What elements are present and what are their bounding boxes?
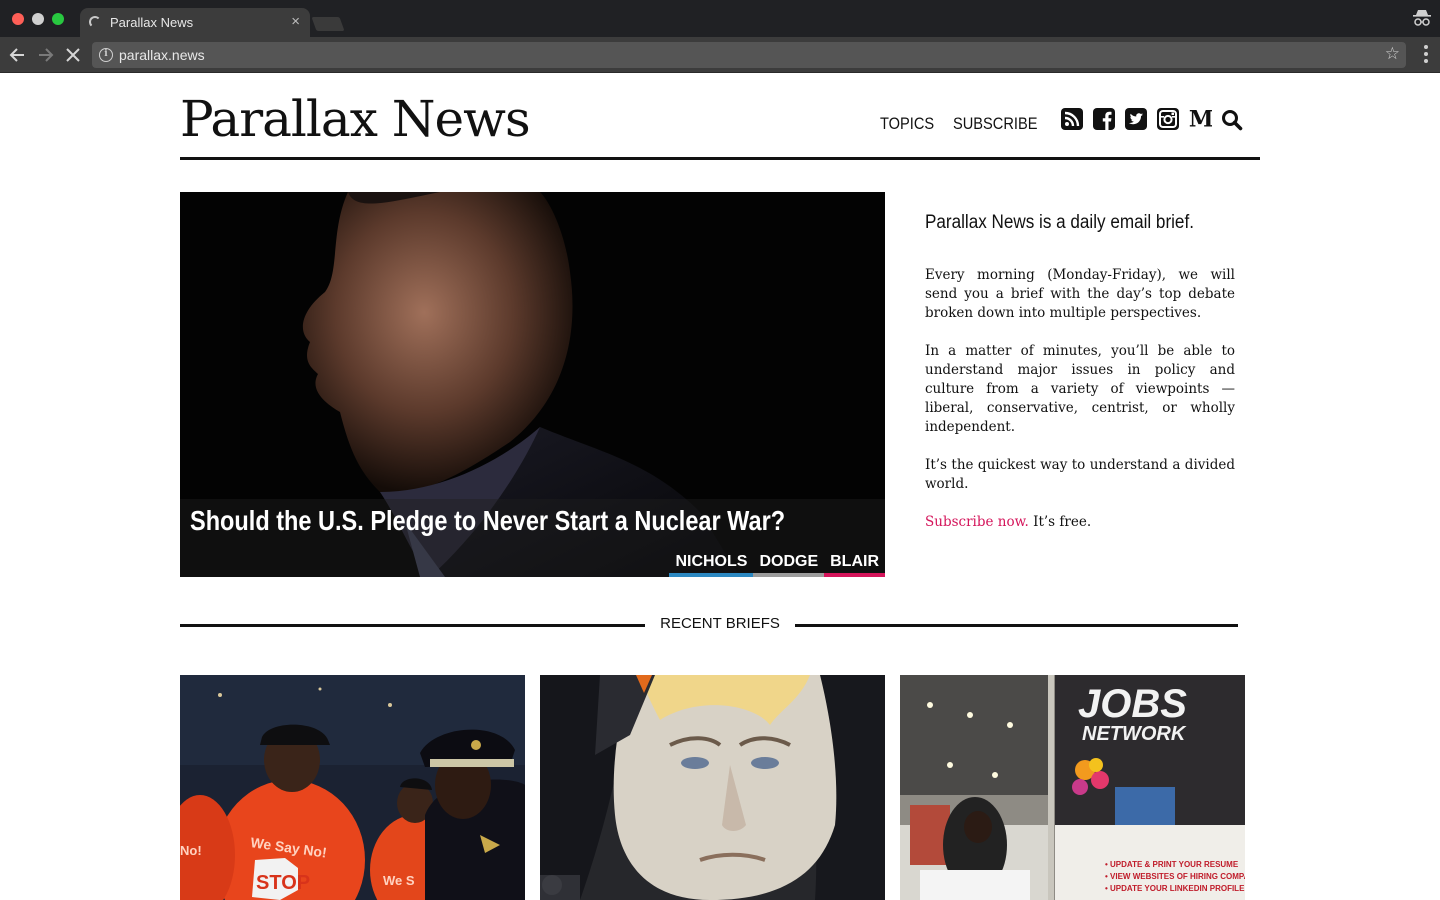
recent-brief-card[interactable]	[540, 675, 885, 900]
photo-list-text: • UPDATE & PRINT YOUR RESUME	[1105, 860, 1239, 869]
photo-sign-text: JOBS	[1078, 682, 1187, 726]
back-arrow-icon[interactable]	[7, 44, 29, 66]
site-info-icon[interactable]: i	[99, 48, 113, 62]
window-zoom-button[interactable]	[52, 13, 64, 25]
author-tag-nichols[interactable]: NICHOLS	[669, 551, 754, 577]
author-color-bar	[669, 573, 754, 577]
incognito-icon	[1413, 10, 1431, 26]
window-close-button[interactable]	[12, 13, 24, 25]
featured-article[interactable]: Should the U.S. Pledge to Never Start a …	[180, 192, 885, 577]
facebook-icon[interactable]	[1092, 107, 1116, 131]
url-text: parallax.news	[119, 47, 205, 63]
loading-spinner-icon	[89, 16, 101, 28]
author-color-bar	[753, 573, 825, 577]
instagram-icon[interactable]	[1156, 107, 1180, 131]
photo-shirt-text: No!	[180, 843, 202, 858]
stop-loading-icon[interactable]	[62, 44, 84, 66]
svg-text:M: M	[1189, 107, 1212, 131]
section-divider	[795, 624, 1238, 627]
recent-brief-card[interactable]: JOBS NETWORK • UPDATE & PRINT YOUR RESUM…	[900, 675, 1245, 900]
new-tab-button[interactable]	[311, 17, 345, 31]
browser-tab-bar: Parallax News ×	[0, 0, 1440, 37]
photo-list-text: • VIEW WEBSITES OF HIRING COMPA	[1105, 872, 1245, 881]
social-links: M	[1060, 107, 1244, 131]
promo-paragraph: It’s the quickest way to understand a di…	[925, 457, 1235, 492]
tab-close-icon[interactable]: ×	[291, 13, 300, 30]
promo-cta-tail: It’s free.	[1028, 514, 1092, 530]
author-color-bar	[824, 573, 885, 577]
tab-title: Parallax News	[110, 15, 194, 30]
browser-menu-icon[interactable]	[1424, 45, 1428, 63]
promo-headline: Parallax News is a daily email brief.	[925, 212, 1194, 233]
photo-stop-text: STOP	[256, 872, 310, 894]
site-header: Parallax News TOPICS SUBSCRIBE M	[180, 90, 1260, 160]
author-tag-blair[interactable]: BLAIR	[824, 551, 885, 577]
window-minimize-button[interactable]	[32, 13, 44, 25]
web-page: Parallax News TOPICS SUBSCRIBE M Should …	[0, 74, 1440, 900]
nav-subscribe-link[interactable]: SUBSCRIBE	[953, 114, 1037, 134]
photo-list-text: • UPDATE YOUR LINKEDIN PROFILE	[1105, 884, 1245, 893]
medium-icon[interactable]: M	[1188, 107, 1212, 131]
bookmark-star-icon[interactable]: ☆	[1385, 44, 1400, 64]
brief-photo-trump-sign	[540, 675, 885, 900]
recent-brief-card[interactable]: We Say No! STOP We S No!	[180, 675, 525, 900]
featured-headline[interactable]: Should the U.S. Pledge to Never Start a …	[190, 505, 785, 537]
promo-cta: Subscribe now. It’s free.	[925, 513, 1235, 532]
nav-topics-link[interactable]: TOPICS	[880, 114, 934, 134]
promo-paragraph: Every morning (Monday-Friday), we will s…	[925, 267, 1235, 321]
rss-icon[interactable]	[1060, 107, 1084, 131]
newsletter-promo: Parallax News is a daily email brief. Ev…	[925, 212, 1235, 551]
browser-toolbar: i parallax.news ☆	[0, 37, 1440, 73]
search-icon[interactable]	[1220, 107, 1244, 131]
subscribe-now-link[interactable]: Subscribe now.	[925, 514, 1029, 530]
recent-briefs-heading: RECENT BRIEFS	[660, 615, 780, 632]
photo-shirt-text: We S	[383, 873, 415, 888]
brief-photo-job-fair: JOBS NETWORK • UPDATE & PRINT YOUR RESUM…	[900, 675, 1245, 900]
photo-sign-text: NETWORK	[1082, 723, 1187, 745]
twitter-icon[interactable]	[1124, 107, 1148, 131]
section-divider	[180, 624, 645, 627]
forward-arrow-icon[interactable]	[34, 44, 56, 66]
author-tags: NICHOLS DODGE BLAIR	[669, 551, 885, 577]
site-logo[interactable]: Parallax News	[180, 90, 531, 148]
primary-nav: TOPICS SUBSCRIBE	[880, 114, 1051, 134]
author-tag-dodge[interactable]: DODGE	[753, 551, 825, 577]
promo-paragraph: In a matter of minutes, you’ll be able t…	[925, 343, 1235, 435]
brief-photo-protest: We Say No! STOP We S No!	[180, 675, 525, 900]
browser-tab[interactable]: Parallax News ×	[80, 8, 310, 37]
address-bar[interactable]: i parallax.news ☆	[92, 42, 1406, 68]
